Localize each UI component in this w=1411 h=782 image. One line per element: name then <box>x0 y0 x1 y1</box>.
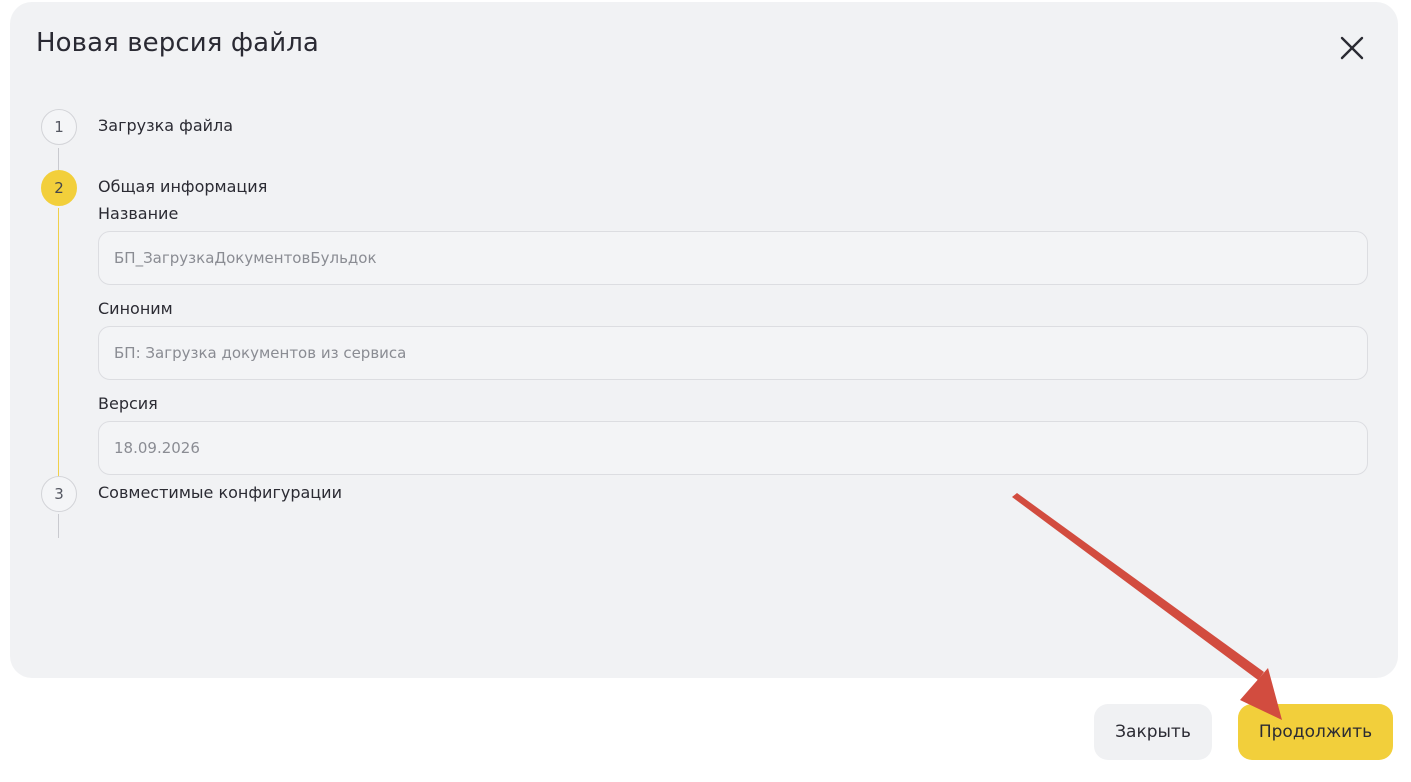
close-icon <box>1340 36 1364 60</box>
stepper-connector-active <box>58 208 59 478</box>
synonym-field[interactable]: БП: Загрузка документов из сервиса <box>98 326 1368 380</box>
step-3-label[interactable]: Совместимые конфигурации <box>98 483 342 502</box>
name-field[interactable]: БП_ЗагрузкаДокументовБульдок <box>98 231 1368 285</box>
dialog-title: Новая версия файла <box>36 28 319 58</box>
close-button[interactable]: Закрыть <box>1094 704 1212 760</box>
continue-button[interactable]: Продолжить <box>1238 704 1393 760</box>
step-1-number[interactable]: 1 <box>41 109 77 145</box>
stepper-connector <box>58 514 59 538</box>
close-dialog-button[interactable] <box>1336 32 1368 64</box>
stepper-connector <box>58 148 59 172</box>
version-field[interactable]: 18.09.2026 <box>98 421 1368 475</box>
name-field-label: Название <box>98 204 179 223</box>
version-field-label: Версия <box>98 394 158 413</box>
new-file-version-dialog: Новая версия файла 1 Загрузка файла 2 Об… <box>10 2 1398 678</box>
step-2-number[interactable]: 2 <box>41 170 77 206</box>
step-1-label[interactable]: Загрузка файла <box>98 116 233 135</box>
synonym-field-label: Синоним <box>98 299 173 318</box>
step-2-label[interactable]: Общая информация <box>98 177 267 196</box>
step-3-number[interactable]: 3 <box>41 476 77 512</box>
